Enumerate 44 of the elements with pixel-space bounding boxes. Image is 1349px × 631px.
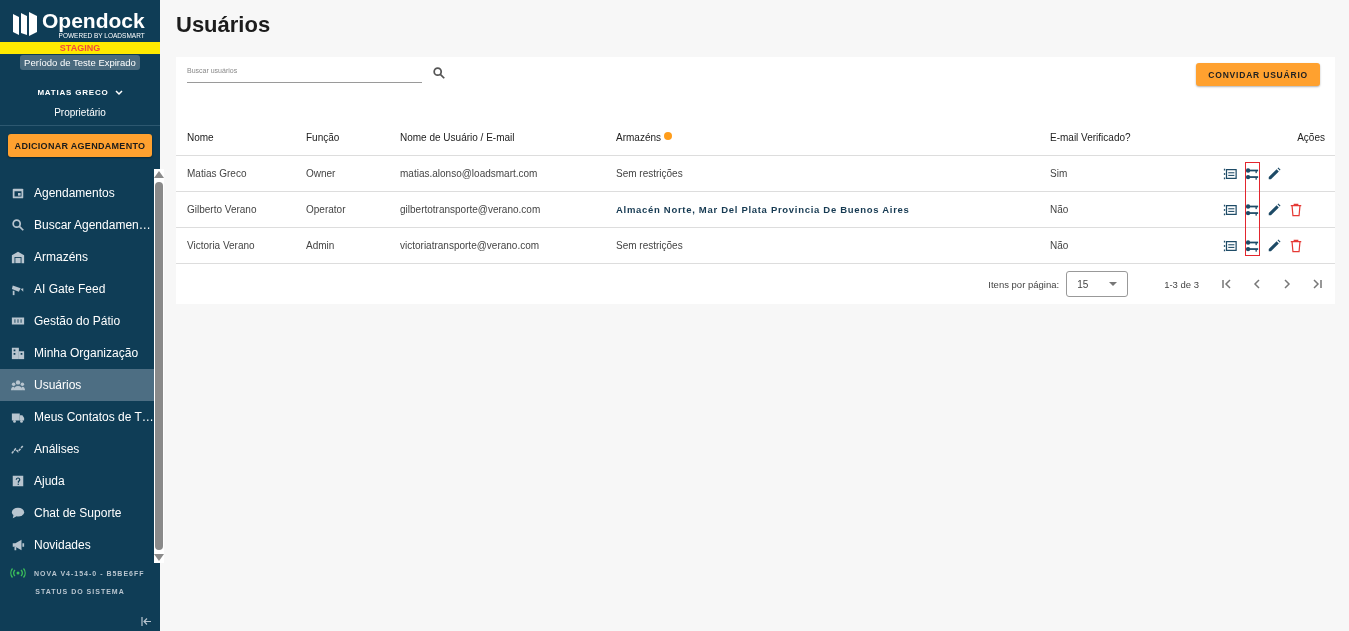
sidebar-item[interactable]: Análises [0, 433, 154, 465]
table-cell: Sim [1050, 168, 1068, 179]
add-appointment-button[interactable]: ADICIONAR AGENDAMENTO [8, 134, 152, 157]
column-header: Nome [187, 131, 214, 143]
invite-user-button[interactable]: CONVIDAR USUÁRIO [1196, 63, 1320, 86]
brand-name: Opendock [42, 9, 145, 32]
table-cell: Victoria Verano [187, 240, 255, 251]
sidebar-item[interactable]: Armazéns [0, 241, 154, 273]
column-header: Função [306, 131, 340, 143]
sidebar-item[interactable]: Ajuda [0, 465, 154, 497]
page-range: 1-3 de 3 [1164, 278, 1199, 290]
table-cell: Owner [306, 168, 336, 179]
warehouse-list: Almacén Norte, Mar Del Plata Provincia De Buenos Aires [616, 204, 910, 215]
sidebar-item[interactable]: Buscar Agendamen… [0, 209, 154, 241]
trial-badge: Período de Teste Expirado [20, 55, 140, 70]
sidebar-item[interactable]: Chat de Suporte [0, 497, 154, 529]
table-cell: Sem restrições [616, 168, 683, 179]
table-cell: Não [1050, 240, 1069, 251]
column-header: Nome de Usuário / E-mail [400, 131, 515, 143]
sidebar-item[interactable]: Meus Contatos de T… [0, 401, 154, 433]
items-per-page-label: Itens por página: [988, 278, 1060, 290]
table-cell: gilbertotransporte@verano.com [400, 204, 541, 215]
table-cell: Matias Greco [187, 168, 247, 179]
table-cell: Sem restrições [616, 240, 683, 251]
table-cell: matias.alonso@loadsmart.com [400, 168, 538, 179]
environment-banner: STAGING [0, 42, 160, 54]
table-cell: Admin [306, 240, 335, 251]
table-cell: Gilberto Verano [187, 204, 257, 215]
table-cell: victoriatransporte@verano.com [400, 240, 540, 251]
sidebar-item[interactable]: Minha Organização [0, 337, 154, 369]
column-header: E-mail Verificado? [1050, 131, 1131, 143]
sidebar-item[interactable]: AI Gate Feed [0, 273, 154, 305]
items-per-page-select[interactable]: 15 [1066, 271, 1129, 297]
column-header: Armazéns [616, 131, 661, 143]
table-cell: Operator [306, 204, 346, 215]
sidebar-item[interactable]: Novidades [0, 529, 154, 561]
user-menu[interactable]: MATIAS GRECO [37, 88, 123, 97]
user-role: Proprietário [54, 107, 106, 118]
page-title: Usuários [176, 12, 272, 39]
sidebar-item[interactable]: Agendamentos [0, 177, 154, 209]
sidebar-item[interactable]: Gestão do Pátio [0, 305, 154, 337]
table-cell: Não [1050, 204, 1069, 215]
column-header: Ações [1297, 131, 1325, 143]
sidebar-item[interactable]: Usuários [0, 369, 154, 401]
